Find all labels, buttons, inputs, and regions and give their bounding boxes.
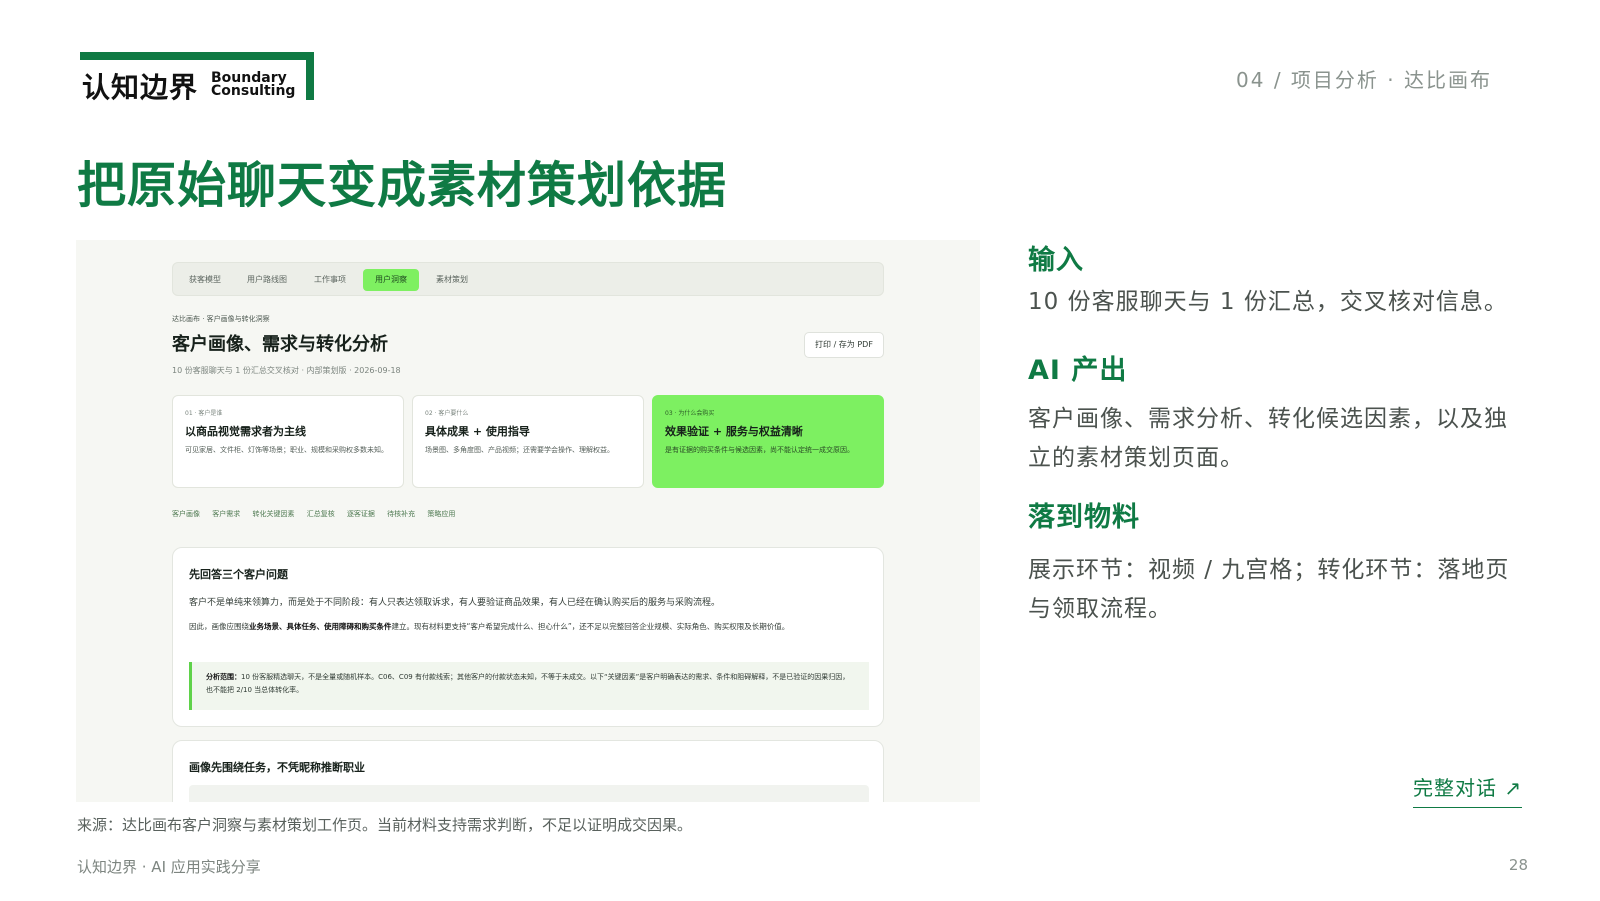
page-number: 28 (1508, 856, 1528, 874)
panel-heading: 画像先围绕任务，不凭昵称推断职业 (189, 761, 365, 774)
panel-paragraph: 客户不是单纯来领算力，而是处于不同阶段：有人只表达领取诉求，有人要验证商品效果，… (189, 598, 721, 608)
subnav-link-pending[interactable]: 待核补充 (387, 510, 415, 518)
panel-placeholder-bar (189, 785, 869, 802)
card-title: 效果验证 + 服务与权益清晰 (665, 425, 803, 438)
insight-card-why: 03 · 为什么会购买 效果验证 + 服务与权益清晰 是有证据的购买条件与候选因… (652, 395, 884, 488)
footer-text: 认知边界 · AI 应用实践分享 (77, 858, 261, 876)
persona-panel: 画像先围绕任务，不凭昵称推断职业 (172, 740, 884, 802)
analysis-panel: 先回答三个客户问题 客户不是单纯来领算力，而是处于不同阶段：有人只表达领取诉求，… (172, 547, 884, 727)
subnav-link-strategy[interactable]: 策略应用 (427, 510, 455, 518)
brand-logo: 认知边界 Boundary Consulting (80, 52, 314, 104)
top-tab-bar: 获客模型 用户路线图 工作事项 用户洞察 素材策划 (172, 262, 884, 296)
source-note: 来源：达比画布客户洞察与素材策划工作页。当前材料支持需求判断，不足以证明成交因果… (77, 816, 693, 834)
scope-note: 分析范围：10 份客服精选聊天，不是全量或随机样本。C06、C09 有付款线索；… (189, 662, 869, 710)
logo-english-name: Boundary Consulting (211, 71, 296, 99)
card-kicker: 03 · 为什么会购买 (665, 410, 715, 417)
card-title: 以商品视觉需求者为主线 (185, 425, 306, 438)
page-title: 把原始聊天变成素材策划依据 (77, 157, 728, 214)
logo-top-bar (80, 52, 314, 60)
panel-paragraph-2: 因此，画像应围绕业务场景、具体任务、使用障碍和购买条件建立。现有材料更支持“客户… (189, 620, 859, 634)
logo-side-bar (306, 52, 314, 100)
logo-chinese-name: 认知边界 (82, 71, 199, 104)
tab-user-roadmap[interactable]: 用户路线图 (239, 269, 295, 291)
ai-output-text: 客户画像、需求分析、转化候选因素，以及独立的素材策划页面。 (1028, 406, 1508, 471)
subnav-link-needs[interactable]: 客户需求 (212, 510, 240, 518)
section-tag: 04 / 项目分析 · 达比画布 (1236, 68, 1492, 92)
print-pdf-button[interactable]: 打印 / 存为 PDF (804, 332, 884, 358)
scope-note-text: 10 份客服精选聊天，不是全量或随机样本。C06、C09 有付款线索；其他客户的… (206, 673, 850, 694)
screenshot-page-title: 客户画像、需求与转化分析 (172, 334, 388, 355)
ai-output-heading: AI 产出 (1028, 355, 1128, 386)
material-heading: 落到物料 (1028, 502, 1140, 533)
input-heading: 输入 (1028, 245, 1084, 276)
tab-work-items[interactable]: 工作事项 (305, 269, 355, 291)
card-text: 场景图、多角度图、产品视频；还需要学会操作、理解权益。 (425, 446, 614, 454)
section-subnav: 客户画像 客户需求 转化关键因素 汇总复核 逐客证据 待核补充 策略应用 (172, 509, 465, 519)
app-screenshot: 获客模型 用户路线图 工作事项 用户洞察 素材策划 达比画布 · 客户画像与转化… (76, 240, 980, 802)
card-text: 可见家居、文件柜、灯饰等场景；职业、规模和采购权多数未知。 (185, 446, 388, 454)
breadcrumb: 达比画布 · 客户画像与转化洞察 (172, 315, 270, 323)
subnav-link-summary[interactable]: 汇总复核 (307, 510, 335, 518)
material-text: 展示环节：视频 / 九宫格；转化环节：落地页与领取流程。 (1028, 557, 1510, 622)
card-kicker: 01 · 客户是谁 (185, 410, 223, 417)
input-text: 10 份客服聊天与 1 份汇总，交叉核对信息。 (1028, 289, 1508, 315)
subnav-link-factors[interactable]: 转化关键因素 (252, 510, 294, 518)
panel-paragraph-pre: 因此，画像应围绕 (189, 622, 249, 631)
panel-heading: 先回答三个客户问题 (189, 568, 288, 581)
full-conversation-link[interactable]: 完整对话 ↗ (1413, 772, 1523, 808)
panel-paragraph-post: 建立。现有材料更支持“客户希望完成什么、担心什么”，还不足以完整回答企业规模、实… (391, 622, 790, 631)
insight-card-who: 01 · 客户是谁 以商品视觉需求者为主线 可见家居、文件柜、灯饰等场景；职业、… (172, 395, 404, 488)
subnav-link-persona[interactable]: 客户画像 (172, 510, 200, 518)
tab-material-planning[interactable]: 素材策划 (427, 269, 477, 291)
tab-acquisition-model[interactable]: 获客模型 (181, 269, 229, 291)
tab-user-insight[interactable]: 用户洞察 (363, 269, 419, 291)
screenshot-meta: 10 份客服聊天与 1 份汇总交叉核对 · 内部策划版 · 2026-09-18 (172, 366, 401, 375)
logo-english-line2: Consulting (211, 83, 296, 99)
card-kicker: 02 · 客户要什么 (425, 410, 469, 417)
insight-card-what: 02 · 客户要什么 具体成果 + 使用指导 场景图、多角度图、产品视频；还需要… (412, 395, 644, 488)
subnav-link-evidence[interactable]: 逐客证据 (347, 510, 375, 518)
card-text: 是有证据的购买条件与候选因素，尚不能认定统一成交原因。 (665, 446, 854, 454)
scope-note-label: 分析范围： (206, 673, 241, 681)
card-title: 具体成果 + 使用指导 (425, 425, 530, 438)
panel-paragraph-bold: 业务场景、具体任务、使用障碍和购买条件 (249, 622, 392, 631)
